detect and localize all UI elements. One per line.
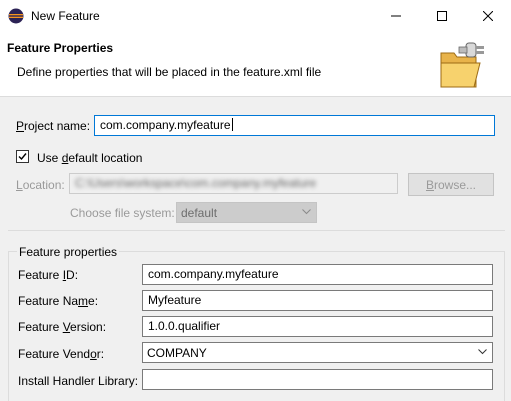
checkmark-icon	[18, 153, 27, 161]
section-divider	[8, 230, 505, 231]
install-handler-library-input[interactable]	[142, 369, 493, 390]
feature-id-input[interactable]: com.company.myfeature	[142, 264, 493, 285]
feature-version-label: Feature Version:	[18, 320, 107, 334]
location-input[interactable]: C:\Users\workspace\com.company.myfeature	[69, 173, 398, 194]
eclipse-icon	[8, 8, 24, 24]
feature-name-input[interactable]: Myfeature	[142, 290, 493, 311]
feature-properties-title: Feature properties	[17, 245, 120, 259]
maximize-icon	[437, 10, 447, 21]
project-name-label: Project name:	[16, 119, 91, 133]
wizard-header: Feature Properties Define properties tha…	[0, 31, 511, 97]
folder-plug-icon	[440, 42, 484, 88]
maximize-button[interactable]	[419, 0, 465, 31]
feature-vendor-label: Feature Vendor:	[18, 347, 105, 361]
feature-vendor-combo[interactable]: COMPANY	[142, 342, 493, 363]
close-icon	[483, 10, 493, 21]
install-handler-library-label: Install Handler Library:	[18, 374, 139, 388]
file-system-select[interactable]: default	[176, 202, 317, 223]
use-default-location-label[interactable]: Use default location	[37, 151, 142, 165]
window-title: New Feature	[31, 9, 100, 23]
close-button[interactable]	[465, 0, 511, 31]
minimize-button[interactable]	[373, 0, 419, 31]
location-label: Location:	[16, 178, 65, 192]
choose-file-system-label: Choose file system:	[70, 206, 175, 220]
project-name-input[interactable]: com.company.myfeature	[94, 115, 495, 136]
use-default-location-checkbox[interactable]	[16, 150, 29, 163]
chevron-down-icon	[302, 209, 311, 215]
feature-id-label: Feature ID:	[18, 268, 79, 282]
new-feature-dialog: New Feature Feature Properties Define pr…	[0, 0, 511, 401]
feature-name-label: Feature Name:	[18, 294, 99, 308]
page-title: Feature Properties	[7, 41, 114, 55]
chevron-down-icon[interactable]	[478, 349, 487, 355]
feature-version-input[interactable]: 1.0.0.qualifier	[142, 316, 493, 337]
text-caret	[231, 118, 233, 131]
minimize-icon	[391, 15, 401, 16]
page-description: Define properties that will be placed in…	[17, 65, 322, 79]
title-bar[interactable]: New Feature	[0, 0, 511, 31]
browse-button[interactable]: Browse...	[408, 173, 494, 196]
file-system-value: default	[181, 206, 218, 220]
feature-vendor-value: COMPANY	[147, 346, 207, 360]
